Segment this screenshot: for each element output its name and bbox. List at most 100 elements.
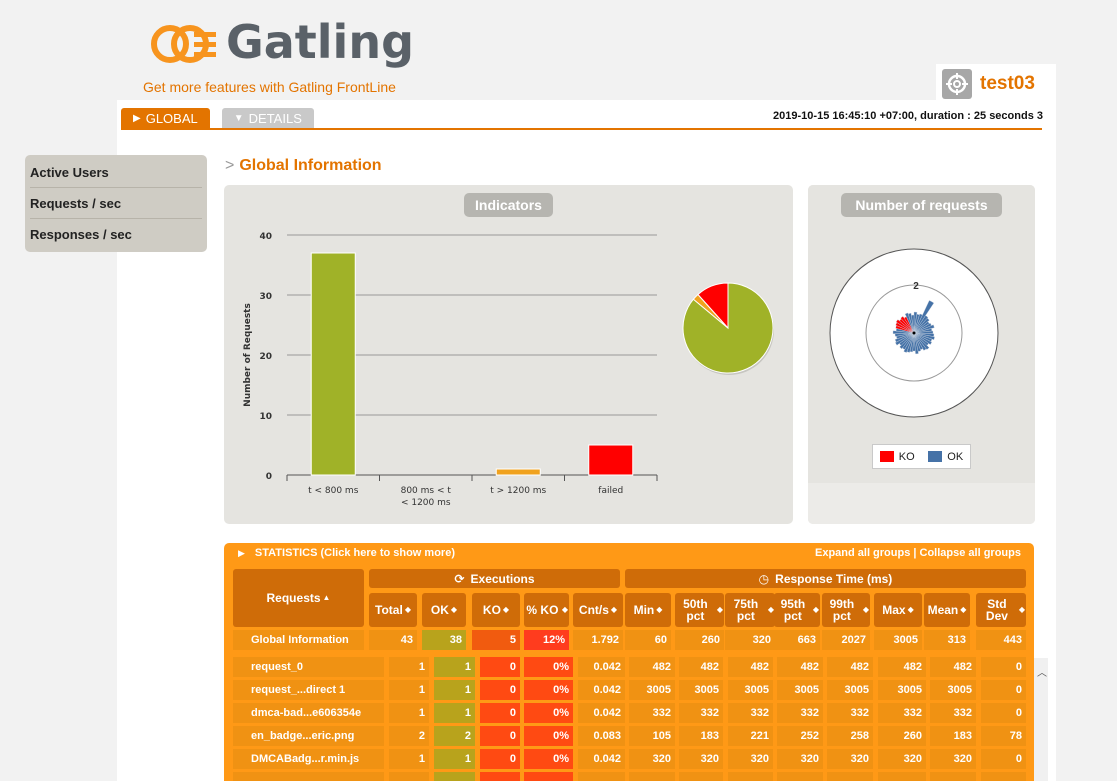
- request-cell-cnt-per-sec: 0.042: [578, 749, 625, 769]
- sort-icon: ◆: [450, 605, 458, 614]
- request-cell-p95: 332: [777, 703, 823, 723]
- request-cell-cnt-per-sec: 0.042: [578, 703, 625, 723]
- column-header-label: 99th pct: [829, 597, 855, 623]
- y-tick-label: 20: [259, 352, 272, 362]
- request-cell-ko: 0: [480, 726, 520, 746]
- request-cell-mean: 183: [930, 726, 976, 746]
- request-cell-p95: 252: [777, 726, 823, 746]
- request-cell-p75: 332: [728, 703, 773, 723]
- legend-item-ok[interactable]: OK: [928, 451, 963, 463]
- request-cell-min: 105: [629, 726, 675, 746]
- request-cell-std-dev: 0: [981, 680, 1026, 700]
- request-cell-p75: 320: [728, 749, 773, 769]
- x-tick-label: < 1200 ms: [401, 498, 451, 508]
- request-cell-cnt-per-sec: 0.042: [578, 657, 625, 677]
- request-name-link[interactable]: en_badge...eric.png: [233, 726, 384, 746]
- request-name-link[interactable]: request_...direct 1: [233, 680, 384, 700]
- table-row-partial: [629, 772, 675, 781]
- request-cell-total: 1: [389, 680, 429, 700]
- table-row-partial: [981, 772, 1026, 781]
- request-cell-pct-ko: 0%: [524, 726, 573, 746]
- column-header-cnt-per-sec[interactable]: Cnt/s ◆: [573, 593, 623, 627]
- sidebar-item-requests-per-sec[interactable]: Requests / sec: [30, 188, 202, 219]
- column-header-pct-ko[interactable]: % KO ◆: [524, 593, 569, 627]
- table-row-partial: [434, 772, 475, 781]
- request-cell-ko: 0: [480, 749, 520, 769]
- table-row-partial: [878, 772, 926, 781]
- column-header-std-dev[interactable]: Std Dev ◆: [976, 593, 1026, 627]
- expand-collapse-groups[interactable]: Expand all groups | Collapse all groups: [815, 547, 1021, 559]
- chevron-up-icon[interactable]: ︿: [1037, 664, 1047, 679]
- sort-icon: ◆: [561, 605, 569, 614]
- global-cell-ko: 5: [472, 630, 520, 650]
- column-header-p50[interactable]: 50th pct ◆: [675, 593, 724, 627]
- request-cell-p99: 258: [827, 726, 873, 746]
- request-name-link[interactable]: dmca-bad...e606354e: [233, 703, 384, 723]
- sort-icon: ◆: [907, 605, 914, 614]
- x-tick-label: t < 800 ms: [308, 486, 359, 496]
- global-cell-cnt-per-sec: 1.792: [573, 630, 623, 650]
- request-cell-total: 1: [389, 749, 429, 769]
- column-header-ko[interactable]: KO ◆: [472, 593, 520, 627]
- global-cell-max: 3005: [874, 630, 922, 650]
- request-cell-p75: 3005: [728, 680, 773, 700]
- column-header-p99[interactable]: 99th pct ◆: [822, 593, 870, 627]
- tab-underline: [121, 128, 1042, 130]
- y-tick-label: 40: [259, 232, 272, 242]
- tab-details[interactable]: ▼ DETAILS: [221, 108, 314, 128]
- indicators-chart: 0 10 20 30 40 Number of Requests t < 800 ms 800…: [243, 232, 774, 508]
- request-cell-pct-ko: 0%: [524, 657, 573, 677]
- statistics-scrollbar[interactable]: ︿: [1034, 658, 1048, 781]
- request-cell-max: 482: [878, 657, 926, 677]
- sidebar-item-active-users[interactable]: Active Users: [30, 157, 202, 188]
- column-header-label: KO: [482, 603, 501, 617]
- request-cell-mean: 332: [930, 703, 976, 723]
- column-header-min[interactable]: Min ◆: [625, 593, 671, 627]
- column-header-label: Mean: [927, 603, 959, 617]
- bar-2: [495, 468, 541, 476]
- column-header-ok[interactable]: OK ◆: [422, 593, 466, 627]
- caret-right-icon: ▶: [238, 548, 245, 558]
- tab-global[interactable]: ▶ GLOBAL: [121, 108, 210, 128]
- request-name-link[interactable]: DMCABadg...r.min.js: [233, 749, 384, 769]
- center-dot: [912, 331, 916, 335]
- request-cell-pct-ko: 0%: [524, 703, 573, 723]
- chevron-right-icon: >: [225, 157, 235, 174]
- column-header-p95[interactable]: 95th pct ◆: [774, 593, 820, 627]
- sort-asc-icon: ▲: [322, 593, 331, 602]
- request-cell-ko: 0: [480, 703, 520, 723]
- request-cell-p95: 3005: [777, 680, 823, 700]
- global-cell-mean: 313: [924, 630, 970, 650]
- legend-swatch-ok: [928, 451, 943, 463]
- request-cell-p50: 183: [679, 726, 723, 746]
- column-header-label: 75th pct: [733, 597, 759, 623]
- table-row-partial: [524, 772, 573, 781]
- request-cell-p50: 3005: [679, 680, 723, 700]
- column-header-requests[interactable]: Requests ▲: [233, 569, 364, 627]
- column-header-p75[interactable]: 75th pct ◆: [725, 593, 775, 627]
- request-cell-p95: 482: [777, 657, 823, 677]
- gatling-logo[interactable]: Gatling: [150, 14, 414, 70]
- section-title: > Global Information: [225, 157, 382, 175]
- table-row-partial: [728, 772, 773, 781]
- statistics-table: ▶ STATISTICS (Click here to show more) Ex…: [224, 543, 1034, 781]
- executions-group-header: ⟳ Executions: [369, 569, 620, 588]
- request-cell-p50: 320: [679, 749, 723, 769]
- column-header-total[interactable]: Total ◆: [369, 593, 417, 627]
- request-cell-ok: 1: [434, 657, 475, 677]
- legend-item-ko[interactable]: KO: [879, 451, 915, 463]
- frontline-link[interactable]: Get more features with Gatling FrontLine: [143, 79, 396, 95]
- sidebar-item-responses-per-sec[interactable]: Responses / sec: [30, 219, 202, 250]
- global-row-label[interactable]: Global Information: [233, 630, 364, 650]
- request-cell-ok: 1: [434, 703, 475, 723]
- column-header-mean[interactable]: Mean ◆: [924, 593, 970, 627]
- request-cell-mean: 320: [930, 749, 976, 769]
- request-name-link[interactable]: request_0: [233, 657, 384, 677]
- statistics-toggle[interactable]: ▶ STATISTICS (Click here to show more): [238, 547, 455, 559]
- bar-3: [588, 444, 634, 476]
- column-header-label: Cnt/s: [578, 603, 609, 617]
- request-cell-max: 3005: [878, 680, 926, 700]
- column-header-max[interactable]: Max ◆: [874, 593, 922, 627]
- gatling-logo-icon: [151, 25, 216, 63]
- sort-icon: ◆: [812, 605, 820, 614]
